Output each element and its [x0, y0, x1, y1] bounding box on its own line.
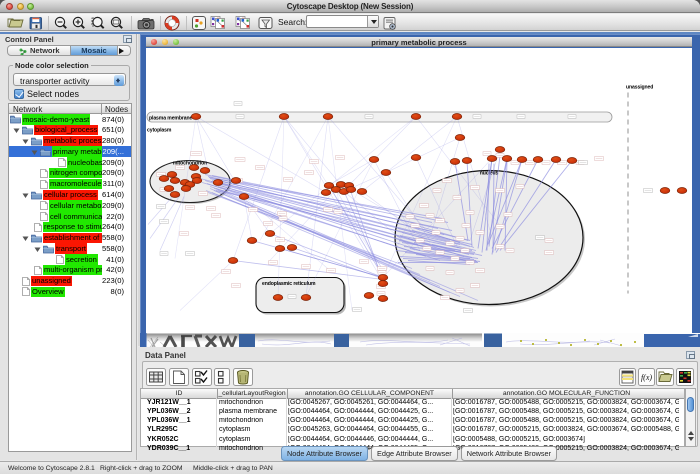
- svg-text:cytoplasm: cytoplasm: [147, 127, 172, 133]
- svg-text:plasma membrane: plasma membrane: [149, 115, 192, 121]
- svg-text:unassigned: unassigned: [626, 84, 653, 90]
- svg-text:f(x): f(x): [641, 373, 652, 382]
